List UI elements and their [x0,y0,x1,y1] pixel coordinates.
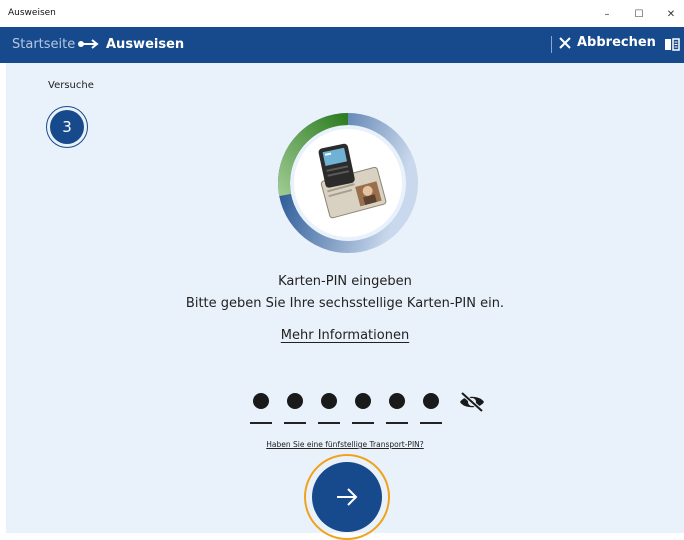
arrow-right-icon [337,488,358,506]
next-button[interactable] [312,462,382,532]
pin-digit [420,391,442,424]
pin-underline [420,422,442,424]
close-window-button[interactable]: ✕ [656,4,684,24]
cancel-button[interactable]: Abbrechen [559,35,656,50]
pin-underline [250,422,272,424]
pin-instructions: Bitte geben Sie Ihre sechsstellige Karte… [185,296,505,311]
title-bar: Ausweisen – ☐ ✕ [0,0,684,27]
pin-underline [318,422,340,424]
cancel-label: Abbrechen [577,35,656,50]
pin-digit [318,391,340,424]
breadcrumb-current: Ausweisen [106,37,185,52]
transport-pin-link[interactable]: Haben Sie eine fünfstellige Transport-PI… [6,440,684,449]
pin-dot [321,393,337,409]
pin-dot [253,393,269,409]
pin-digit [284,391,306,424]
pin-underline [352,422,374,424]
pin-dot [355,393,371,409]
close-icon [559,36,571,49]
pin-digit [386,391,408,424]
arrow-right-icon [78,39,99,49]
attempts-count: 3 [50,110,84,144]
pin-digit [352,391,374,424]
eye-off-icon[interactable] [458,391,486,413]
pin-underline [284,422,306,424]
book-icon[interactable] [664,38,680,51]
minimize-button[interactable]: – [592,4,622,24]
pin-heading: Karten-PIN eingeben [278,274,412,289]
pin-dot [423,393,439,409]
breadcrumb-home[interactable]: Startseite [12,37,75,52]
pin-input[interactable] [250,391,450,427]
main-content: Versuche 3 Karten-PIN eingeben Bitte geb… [6,63,684,540]
more-info-link-wrap: Mehr Informationen [6,328,684,343]
more-info-link[interactable]: Mehr Informationen [281,328,409,343]
pin-dot [287,393,303,409]
attempts-label: Versuche [48,80,94,91]
pin-underline [386,422,408,424]
window-title: Ausweisen [8,8,56,18]
nav-divider [551,36,552,53]
attempts-badge: 3 [46,106,88,148]
navigation-bar: Startseite Ausweisen Abbrechen [0,27,684,63]
pin-digit [250,391,272,424]
progress-ring [278,113,418,253]
pin-dot [389,393,405,409]
maximize-button[interactable]: ☐ [624,4,654,24]
